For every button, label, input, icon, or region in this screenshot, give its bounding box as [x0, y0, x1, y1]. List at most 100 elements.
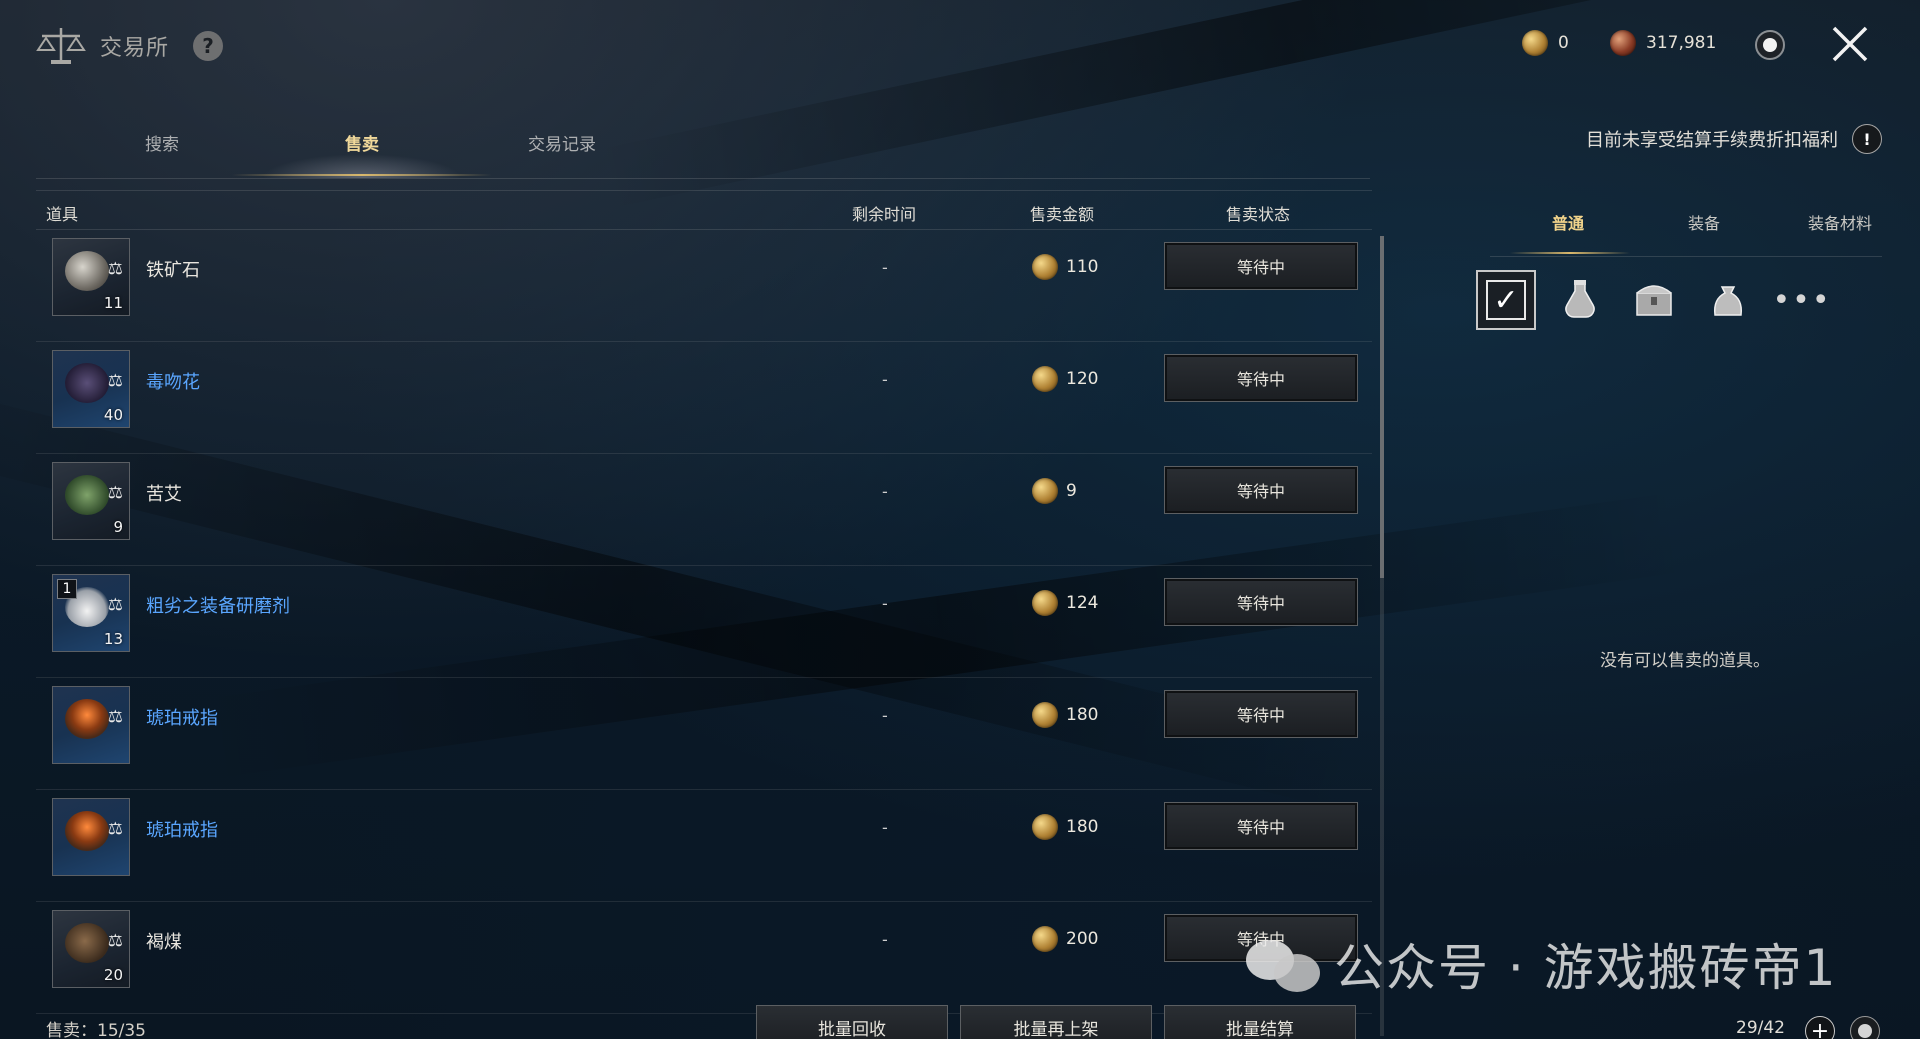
tab-normal[interactable]: 普通	[1508, 210, 1628, 234]
item-name: 苦艾	[146, 484, 182, 505]
remaining-time: -	[882, 594, 888, 613]
gold-coin-icon	[1032, 814, 1058, 840]
table-row[interactable]: ⚖ 琥珀戒指 - 180 等待中	[36, 678, 1372, 790]
category-tabs: 普通 装备 装备材料	[1490, 200, 1890, 260]
sell-price: 110	[1032, 254, 1098, 280]
tab-underline	[232, 174, 492, 176]
tab-search[interactable]: 搜索	[62, 130, 262, 155]
herb-icon	[65, 475, 109, 515]
title-area: 交易所 ?	[36, 24, 224, 68]
copper-amount: 317,981	[1646, 33, 1717, 53]
item-count: 20	[103, 966, 123, 984]
remaining-time: -	[882, 818, 888, 837]
filter-bar: ✓ •••	[1476, 270, 1832, 330]
sell-price: 9	[1032, 478, 1077, 504]
empty-message: 没有可以售卖的道具。	[1600, 651, 1770, 671]
gold-coin-icon	[1032, 702, 1058, 728]
copper-coin-icon	[1610, 30, 1636, 56]
sell-price: 124	[1032, 590, 1098, 616]
remaining-time: -	[882, 258, 888, 277]
table-row[interactable]: ⚖ 40 毒吻花 - 120 等待中	[36, 342, 1372, 454]
chest-icon[interactable]	[1624, 270, 1684, 330]
main-tabs: 搜索 售卖 交易记录	[36, 120, 1366, 180]
gold-coin-icon	[1522, 30, 1548, 56]
status-button[interactable]: 等待中	[1164, 802, 1358, 850]
price-value: 180	[1066, 817, 1099, 837]
item-name: 铁矿石	[146, 260, 200, 281]
sell-table: 道具 剩余时间 售卖金额 售卖状态 ⚖ 11 铁矿石 - 110 等待中 ⚖ 4…	[36, 190, 1372, 1014]
tab-history[interactable]: 交易记录	[462, 130, 662, 155]
watermark-text: 公众号 · 游戏搬砖帝1	[1334, 939, 1838, 997]
table-body: ⚖ 11 铁矿石 - 110 等待中 ⚖ 40 毒吻花 - 120 等待中 ⚖	[36, 230, 1372, 1014]
copper-currency: 317,981	[1610, 30, 1716, 56]
item-thumbnail[interactable]: ⚖ 9	[52, 462, 130, 540]
status-button[interactable]: 等待中	[1164, 354, 1358, 402]
info-icon[interactable]: !	[1852, 124, 1882, 154]
sold-count: 售卖：15/35	[46, 1021, 146, 1039]
sell-price: 180	[1032, 702, 1098, 728]
tradeable-icon: ⚖	[107, 371, 123, 391]
remaining-time: -	[882, 930, 888, 949]
status-button[interactable]: 等待中	[1164, 466, 1358, 514]
moon-icon[interactable]	[1755, 30, 1785, 60]
price-value: 180	[1066, 705, 1099, 725]
bulk-recall-button[interactable]: 批量回收	[756, 1005, 948, 1039]
expand-inventory-button[interactable]: +	[1805, 1016, 1835, 1039]
item-thumbnail[interactable]: ⚖ 11	[52, 238, 130, 316]
watermark: 公众号 · 游戏搬砖帝1	[1246, 928, 1838, 1000]
gold-coin-icon	[1032, 926, 1058, 952]
status-button[interactable]: 等待中	[1164, 690, 1358, 738]
category-underline	[1510, 252, 1630, 254]
item-name: 琥珀戒指	[146, 820, 218, 841]
more-icon[interactable]: •••	[1772, 270, 1832, 330]
table-row[interactable]: ⚖ 9 苦艾 - 9 等待中	[36, 454, 1372, 566]
table-row[interactable]: ⚖ 20 褐煤 - 200 等待中	[36, 902, 1372, 1014]
remaining-time: -	[882, 706, 888, 725]
item-count: 13	[103, 630, 123, 648]
select-all-icon[interactable]: ✓	[1476, 270, 1536, 330]
item-thumbnail[interactable]: ⚖ 1 13	[52, 574, 130, 652]
item-thumbnail[interactable]: ⚖	[52, 686, 130, 764]
inventory-count: 29/42	[1736, 1018, 1785, 1038]
gold-coin-icon	[1032, 366, 1058, 392]
potion-icon[interactable]	[1550, 270, 1610, 330]
close-icon[interactable]	[1830, 24, 1870, 64]
header-time: 剩余时间	[852, 205, 917, 224]
price-value: 110	[1066, 257, 1099, 277]
item-thumbnail[interactable]: ⚖ 20	[52, 910, 130, 988]
brain-icon[interactable]	[1850, 1016, 1880, 1039]
table-row[interactable]: ⚖ 琥珀戒指 - 180 等待中	[36, 790, 1372, 902]
gold-amount: 0	[1558, 33, 1569, 53]
bulk-settle-button[interactable]: 批量结算	[1164, 1005, 1356, 1039]
header-status: 售卖状态	[1226, 205, 1291, 224]
scale-icon	[36, 28, 86, 64]
table-row[interactable]: ⚖ 1 13 粗劣之装备研磨剂 - 124 等待中	[36, 566, 1372, 678]
help-icon[interactable]: ?	[193, 31, 224, 61]
bulk-relist-button[interactable]: 批量再上架	[960, 1005, 1152, 1039]
scrollbar-thumb[interactable]	[1380, 236, 1384, 578]
tab-equipment[interactable]: 装备	[1644, 210, 1764, 234]
item-count: 11	[103, 294, 123, 312]
item-badge: 1	[57, 579, 77, 599]
item-name: 粗劣之装备研磨剂	[146, 596, 290, 617]
item-thumbnail[interactable]: ⚖	[52, 798, 130, 876]
header: 交易所 ? 0 317,981	[0, 0, 1920, 92]
scrollbar[interactable]	[1380, 236, 1384, 1036]
bag-icon[interactable]	[1698, 270, 1758, 330]
tradeable-icon: ⚖	[107, 259, 123, 279]
status-button[interactable]: 等待中	[1164, 578, 1358, 626]
header-price: 售卖金额	[1030, 205, 1095, 224]
price-value: 9	[1066, 481, 1077, 501]
tradeable-icon: ⚖	[107, 819, 123, 839]
status-button[interactable]: 等待中	[1164, 242, 1358, 290]
sell-price: 180	[1032, 814, 1098, 840]
header-item: 道具	[46, 205, 79, 224]
price-value: 124	[1066, 593, 1099, 613]
tab-sell[interactable]: 售卖	[262, 130, 462, 155]
table-row[interactable]: ⚖ 11 铁矿石 - 110 等待中	[36, 230, 1372, 342]
table-header: 道具 剩余时间 售卖金额 售卖状态	[36, 190, 1372, 230]
wechat-icon	[1246, 936, 1322, 992]
item-thumbnail[interactable]: ⚖ 40	[52, 350, 130, 428]
tab-equipment-materials[interactable]: 装备材料	[1780, 210, 1900, 234]
tradeable-icon: ⚖	[107, 707, 123, 727]
